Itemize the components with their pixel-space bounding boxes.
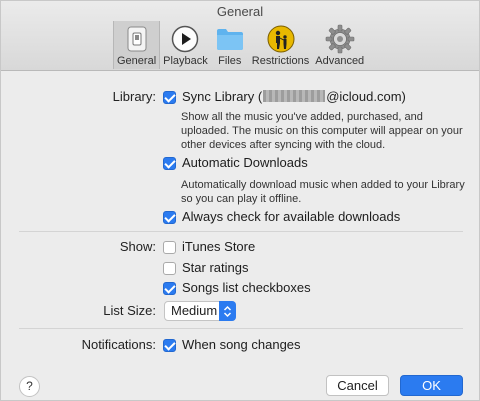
tab-general-label: General (117, 55, 157, 67)
automatic-downloads-label: Automatic Downloads (182, 155, 308, 170)
sync-library-label-suffix: @icloud.com) (326, 89, 406, 104)
show-label: Show: (119, 239, 156, 254)
star-ratings-checkbox[interactable] (163, 262, 176, 275)
list-size-label: List Size: (103, 303, 156, 318)
chevron-updown-icon (219, 301, 236, 321)
tab-restrictions-label: Restrictions (251, 55, 310, 67)
itunes-store-checkbox[interactable] (163, 241, 176, 254)
section-divider (19, 328, 463, 329)
tab-files-label: Files (218, 55, 242, 67)
section-divider (19, 231, 463, 232)
tab-advanced[interactable]: Advanced (312, 21, 367, 69)
list-size-select[interactable]: Medium (164, 301, 236, 321)
tab-advanced-label: Advanced (315, 55, 365, 67)
play-icon (169, 23, 201, 55)
tab-playback-label: Playback (163, 55, 208, 67)
titlebar: General General Playback Files Restricti… (1, 1, 479, 71)
sync-library-description: Show all the music you've added, purchas… (181, 111, 463, 151)
sync-library-label-prefix: Sync Library ( (182, 89, 263, 104)
gear-icon (324, 23, 356, 55)
help-button[interactable]: ? (19, 376, 40, 397)
notifications-label: Notifications: (81, 337, 156, 352)
songs-list-checkboxes-checkbox[interactable] (163, 282, 176, 295)
list-size-value: Medium (171, 303, 218, 318)
tab-files[interactable]: Files (211, 21, 249, 69)
songs-list-checkboxes-label: Songs list checkboxes (182, 280, 311, 295)
sync-library-checkbox[interactable] (163, 91, 176, 104)
general-switch-icon (121, 23, 153, 55)
parental-restrictions-icon (265, 23, 297, 55)
when-song-changes-checkbox[interactable] (163, 339, 176, 352)
cancel-button[interactable]: Cancel (326, 375, 389, 396)
always-check-downloads-checkbox[interactable] (163, 211, 176, 224)
redacted-account (263, 90, 326, 102)
itunes-store-label: iTunes Store (182, 239, 256, 254)
when-song-changes-label: When song changes (182, 337, 301, 352)
automatic-downloads-checkbox[interactable] (163, 157, 176, 170)
ok-button[interactable]: OK (400, 375, 463, 396)
preferences-window: General General Playback Files Restricti… (0, 0, 480, 401)
tab-playback[interactable]: Playback (160, 21, 211, 69)
always-check-downloads-label: Always check for available downloads (182, 209, 401, 224)
tab-general[interactable]: General (113, 21, 161, 69)
tab-restrictions[interactable]: Restrictions (249, 21, 312, 69)
folder-icon (214, 23, 246, 55)
preferences-toolbar: General Playback Files Restrictions Adva… (113, 21, 367, 69)
star-ratings-label: Star ratings (182, 260, 249, 275)
sync-library-option: Sync Library ( @icloud.com) (182, 89, 406, 104)
window-title: General (216, 4, 264, 19)
library-label: Library: (112, 89, 156, 104)
automatic-downloads-description: Automatically download music when added … (181, 179, 465, 205)
